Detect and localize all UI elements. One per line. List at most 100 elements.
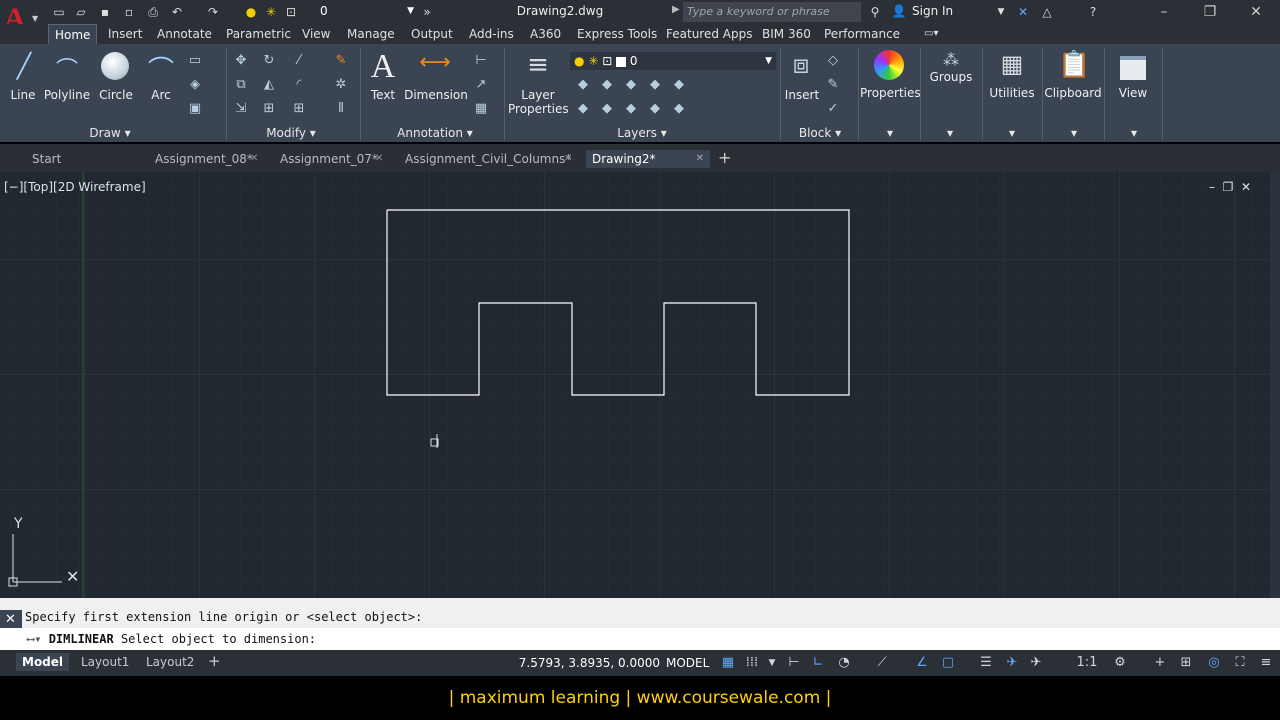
customization-menu-icon[interactable]: ≡ bbox=[1256, 654, 1276, 672]
boundary-icon[interactable]: ▣ bbox=[186, 100, 204, 118]
coordinates-display[interactable]: 7.5793, 3.8935, 0.0000 bbox=[512, 652, 660, 674]
tab-add-ins[interactable]: Add-ins bbox=[463, 24, 520, 44]
line-icon[interactable]: ╱ bbox=[10, 52, 38, 80]
sign-in-button[interactable]: Sign In bbox=[912, 4, 953, 18]
layer-tool-icon[interactable]: ◆ bbox=[598, 100, 616, 118]
arc-tool[interactable]: Arc bbox=[146, 88, 176, 102]
chevron-down-icon[interactable]: ▾ bbox=[1124, 124, 1144, 142]
create-block-icon[interactable]: ◇ bbox=[824, 52, 842, 70]
undo-icon[interactable]: ↶ bbox=[168, 3, 186, 21]
model-space-toggle[interactable]: MODEL bbox=[666, 652, 709, 674]
close-tab-icon[interactable]: ✕ bbox=[375, 153, 383, 164]
save-icon[interactable]: ▪ bbox=[96, 3, 114, 21]
clean-screen-icon[interactable]: ⛶ bbox=[1230, 654, 1250, 672]
utilities-tool[interactable]: Utilities bbox=[986, 86, 1038, 100]
text-icon[interactable]: A bbox=[370, 48, 396, 86]
linear-dim-icon[interactable]: ⊢ bbox=[472, 52, 490, 70]
arc-icon[interactable]: ⌒ bbox=[146, 50, 176, 87]
tab-bim-360[interactable]: BIM 360 bbox=[756, 24, 817, 44]
new-tab-icon[interactable]: + bbox=[718, 148, 731, 167]
chevron-down-icon[interactable]: ▾ bbox=[940, 124, 960, 142]
lineweight-icon[interactable]: ☰ bbox=[976, 654, 996, 672]
close-tab-icon[interactable]: ✕ bbox=[250, 153, 258, 164]
clipboard-tool[interactable]: Clipboard bbox=[1044, 86, 1102, 100]
fillet-icon[interactable]: ◜ bbox=[290, 76, 308, 94]
hardware-acceleration-icon[interactable]: ◎ bbox=[1204, 654, 1224, 672]
isolate-objects-icon[interactable]: ⊞ bbox=[1176, 654, 1196, 672]
view-tool[interactable]: View bbox=[1110, 86, 1156, 100]
table-icon[interactable]: ▦ bbox=[472, 100, 490, 118]
tab-performance[interactable]: Performance bbox=[818, 24, 906, 44]
trim-icon[interactable]: ⁄ bbox=[290, 52, 308, 70]
tab-a360[interactable]: A360 bbox=[524, 24, 567, 44]
exchange-icon[interactable]: ✕ bbox=[1014, 3, 1032, 21]
lock-icon[interactable]: ⊡ bbox=[282, 3, 300, 21]
file-tab-assignment-civil-columns[interactable]: Assignment_Civil_Columns* bbox=[405, 150, 571, 168]
close-icon[interactable]: ✕ bbox=[5, 612, 16, 627]
circle-tool[interactable]: Circle bbox=[96, 88, 136, 102]
close-tab-icon[interactable]: ✕ bbox=[696, 150, 704, 168]
rectangle-icon[interactable]: ▭ bbox=[186, 52, 204, 70]
layer-tool-icon[interactable]: ◆ bbox=[670, 100, 688, 118]
tab-annotate[interactable]: Annotate bbox=[151, 24, 218, 44]
sun-icon[interactable]: ✳ bbox=[262, 3, 280, 21]
text-tool[interactable]: Text bbox=[364, 88, 402, 102]
edit-block-icon[interactable]: ✎ bbox=[824, 76, 842, 94]
chevron-right-icon[interactable]: ▶ bbox=[672, 4, 680, 15]
tab-featured-apps[interactable]: Featured Apps bbox=[660, 24, 758, 44]
tab-parametric[interactable]: Parametric bbox=[220, 24, 297, 44]
mirror-icon[interactable]: ◭ bbox=[260, 76, 278, 94]
file-tab-start[interactable]: Start bbox=[32, 150, 61, 168]
dynamic-input-icon[interactable]: ⊢ bbox=[784, 654, 804, 672]
command-input-text[interactable]: ⟷▾ DIMLINEAR Select object to dimension: bbox=[27, 632, 316, 646]
auto-scale-icon[interactable]: ✈ bbox=[1026, 654, 1046, 672]
object-snap-tracking-icon[interactable]: ∠ bbox=[912, 654, 932, 672]
expand-toolbar-icon[interactable]: » bbox=[418, 3, 436, 21]
file-tab-drawing2[interactable]: Drawing2* ✕ bbox=[586, 150, 710, 168]
chevron-down-icon[interactable]: ▾ bbox=[880, 124, 900, 142]
viewport-controls-label[interactable]: [−][Top][2D Wireframe] bbox=[4, 180, 146, 194]
lightbulb-icon[interactable]: ● bbox=[242, 3, 260, 21]
chevron-down-icon[interactable]: ▼ bbox=[992, 3, 1010, 21]
redo-icon[interactable]: ↷ bbox=[204, 3, 222, 21]
isodraft-icon[interactable]: ⟋ bbox=[872, 654, 892, 672]
scale-icon[interactable]: ⊞ bbox=[260, 100, 278, 118]
new-layout-icon[interactable]: + bbox=[208, 652, 221, 670]
tab-manage[interactable]: Manage bbox=[341, 24, 401, 44]
copy-icon[interactable]: ⧉ bbox=[232, 76, 250, 94]
print-icon[interactable]: ⎙ bbox=[144, 3, 162, 21]
drawing-canvas[interactable]: Y ✕ bbox=[0, 172, 1280, 598]
a360-icon[interactable]: △ bbox=[1038, 3, 1056, 21]
dimension-icon[interactable]: ⟷ bbox=[418, 50, 452, 75]
layout-tab-layout2[interactable]: Layout2 bbox=[140, 653, 200, 671]
file-tab-assignment-08[interactable]: Assignment_08* bbox=[155, 150, 253, 168]
binoculars-icon[interactable]: ⚲ bbox=[866, 3, 884, 21]
groups-icon[interactable]: ⁂ bbox=[938, 50, 964, 69]
insert-block-icon[interactable]: ⧈ bbox=[786, 50, 816, 81]
leader-icon[interactable]: ↗ bbox=[472, 76, 490, 94]
layer-tool-icon[interactable]: ◆ bbox=[670, 76, 688, 94]
clipboard-icon[interactable]: 📋 bbox=[1058, 50, 1090, 80]
polar-tracking-icon[interactable]: ◔ bbox=[834, 654, 854, 672]
view-icon[interactable] bbox=[1120, 56, 1146, 80]
annotation-scale[interactable]: 1:1 bbox=[1074, 654, 1100, 672]
grid-icon[interactable]: ▦ bbox=[718, 654, 738, 672]
chevron-down-icon[interactable]: ▾ bbox=[1002, 124, 1022, 142]
layer-tool-icon[interactable]: ◆ bbox=[646, 76, 664, 94]
layer-properties-icon[interactable]: ≡ bbox=[522, 50, 554, 80]
new-file-icon[interactable]: ▭ bbox=[50, 3, 68, 21]
viewport-window-controls[interactable]: – ❐ ✕ bbox=[1209, 180, 1251, 194]
layer-dropdown[interactable]: ● ✳ ⊡ 0 ▼ bbox=[570, 52, 776, 70]
dimension-tool[interactable]: Dimension bbox=[404, 88, 468, 102]
close-tab-icon[interactable]: ✕ bbox=[564, 153, 572, 164]
tab-output[interactable]: Output bbox=[405, 24, 459, 44]
move-icon[interactable]: ✥ bbox=[232, 52, 250, 70]
modify-panel-title[interactable]: Modify ▾ bbox=[256, 124, 326, 142]
minimize-button[interactable]: – bbox=[1152, 2, 1176, 22]
stretch-icon[interactable]: ⇲ bbox=[232, 100, 250, 118]
annotation-visibility-icon[interactable]: ✈ bbox=[1002, 654, 1022, 672]
layers-panel-title[interactable]: Layers ▾ bbox=[612, 124, 672, 142]
layer-tool-icon[interactable]: ◆ bbox=[598, 76, 616, 94]
tab-insert[interactable]: Insert bbox=[102, 24, 148, 44]
snap-icon[interactable]: ⁞⁞⁞ bbox=[742, 654, 762, 672]
